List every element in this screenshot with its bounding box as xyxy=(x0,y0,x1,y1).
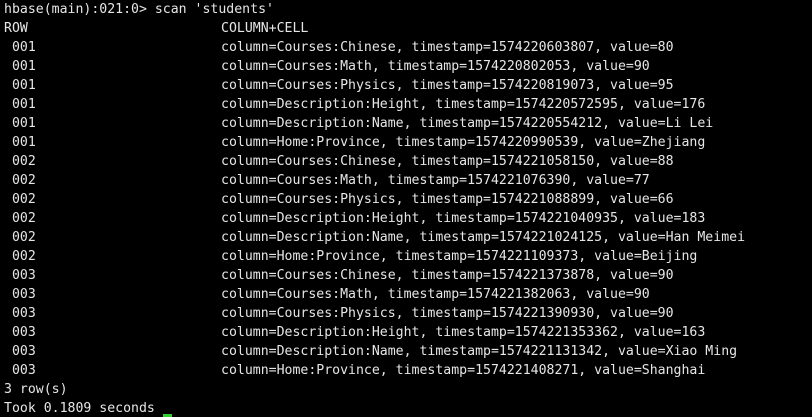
row-key: 003 xyxy=(4,344,36,359)
result-row: 003 column=Home:Province, timestamp=15742… xyxy=(4,361,812,380)
command-prompt-line: hbase(main):021:0> scan 'students' xyxy=(4,2,274,17)
row-cell: column=Description:Height, timestamp=157… xyxy=(221,211,706,226)
row-key: 002 xyxy=(4,249,36,264)
row-cell: column=Description:Height, timestamp=157… xyxy=(221,325,706,340)
result-row: 002 column=Description:Height, timestamp=… xyxy=(4,209,812,228)
row-cell: column=Courses:Chinese, timestamp=157422… xyxy=(221,40,674,55)
row-cell: column=Courses:Math, timestamp=157422138… xyxy=(221,287,650,302)
row-key: 001 xyxy=(4,116,36,131)
result-row: 001 column=Courses:Chinese, timestamp=157… xyxy=(4,38,812,57)
row-cell: column=Home:Province, timestamp=15742209… xyxy=(221,135,706,150)
result-row: 002 column=Courses:Physics, timestamp=157… xyxy=(4,190,812,209)
result-row: 002 column=Courses:Math, timestamp=157422… xyxy=(4,171,812,190)
row-key: 003 xyxy=(4,325,36,340)
timing-text: Took 0.1809 seconds xyxy=(4,401,155,416)
row-key: 003 xyxy=(4,363,36,378)
result-row: 001 column=Courses:Math, timestamp=157422… xyxy=(4,57,812,76)
row-key: 002 xyxy=(4,173,36,188)
row-key: 001 xyxy=(4,40,36,55)
row-cell: column=Courses:Physics, timestamp=157422… xyxy=(221,78,674,93)
row-cell: column=Courses:Math, timestamp=157422080… xyxy=(221,59,650,74)
row-key: 003 xyxy=(4,287,36,302)
row-cell: column=Courses:Physics, timestamp=157422… xyxy=(221,192,674,207)
result-row: 001 column=Description:Name, timestamp=15… xyxy=(4,114,812,133)
row-key: 001 xyxy=(4,78,36,93)
row-cell: column=Description:Name, timestamp=15742… xyxy=(221,344,738,359)
result-row: 002 column=Description:Name, timestamp=15… xyxy=(4,228,812,247)
row-key: 003 xyxy=(4,268,36,283)
row-cell: column=Home:Province, timestamp=15742214… xyxy=(221,363,706,378)
row-key: 002 xyxy=(4,230,36,245)
row-cell: column=Description:Height, timestamp=157… xyxy=(221,97,706,112)
terminal-window[interactable]: hbase(main):021:0> scan 'students' ROW C… xyxy=(4,0,812,417)
result-row: 003 column=Courses:Math, timestamp=157422… xyxy=(4,285,812,304)
row-count-line: 3 row(s) xyxy=(4,382,68,397)
timing-line: Took 0.1809 seconds xyxy=(4,399,812,417)
row-key: 002 xyxy=(4,154,36,169)
row-cell: column=Courses:Chinese, timestamp=157422… xyxy=(221,268,674,283)
result-row: 003 column=Courses:Chinese, timestamp=157… xyxy=(4,266,812,285)
row-cell: column=Courses:Math, timestamp=157422107… xyxy=(221,173,650,188)
result-row: 003 column=Description:Name, timestamp=15… xyxy=(4,342,812,361)
row-cell: column=Description:Name, timestamp=15742… xyxy=(221,116,714,131)
result-row: 001 column=Description:Height, timestamp=… xyxy=(4,95,812,114)
row-key: 003 xyxy=(4,306,36,321)
row-key: 001 xyxy=(4,59,36,74)
header-cell-label: COLUMN+CELL xyxy=(221,21,309,36)
result-row: 003 column=Description:Height, timestamp=… xyxy=(4,323,812,342)
result-row: 003 column=Courses:Physics, timestamp=157… xyxy=(4,304,812,323)
row-key: 002 xyxy=(4,211,36,226)
row-key: 001 xyxy=(4,135,36,150)
result-row: 002 column=Courses:Chinese, timestamp=157… xyxy=(4,152,812,171)
row-key: 002 xyxy=(4,192,36,207)
row-cell: column=Description:Name, timestamp=15742… xyxy=(221,230,746,245)
header-row-label: ROW xyxy=(4,21,28,36)
row-cell: column=Home:Province, timestamp=15742211… xyxy=(221,249,698,264)
result-row: 002 column=Home:Province, timestamp=15742… xyxy=(4,247,812,266)
row-cell: column=Courses:Chinese, timestamp=157422… xyxy=(221,154,674,169)
scan-result-rows: 001 column=Courses:Chinese, timestamp=157… xyxy=(4,38,812,380)
result-row: 001 column=Home:Province, timestamp=15742… xyxy=(4,133,812,152)
row-key: 001 xyxy=(4,97,36,112)
row-cell: column=Courses:Physics, timestamp=157422… xyxy=(221,306,674,321)
result-row: 001 column=Courses:Physics, timestamp=157… xyxy=(4,76,812,95)
scan-header: ROW COLUMN+CELL xyxy=(4,19,812,38)
